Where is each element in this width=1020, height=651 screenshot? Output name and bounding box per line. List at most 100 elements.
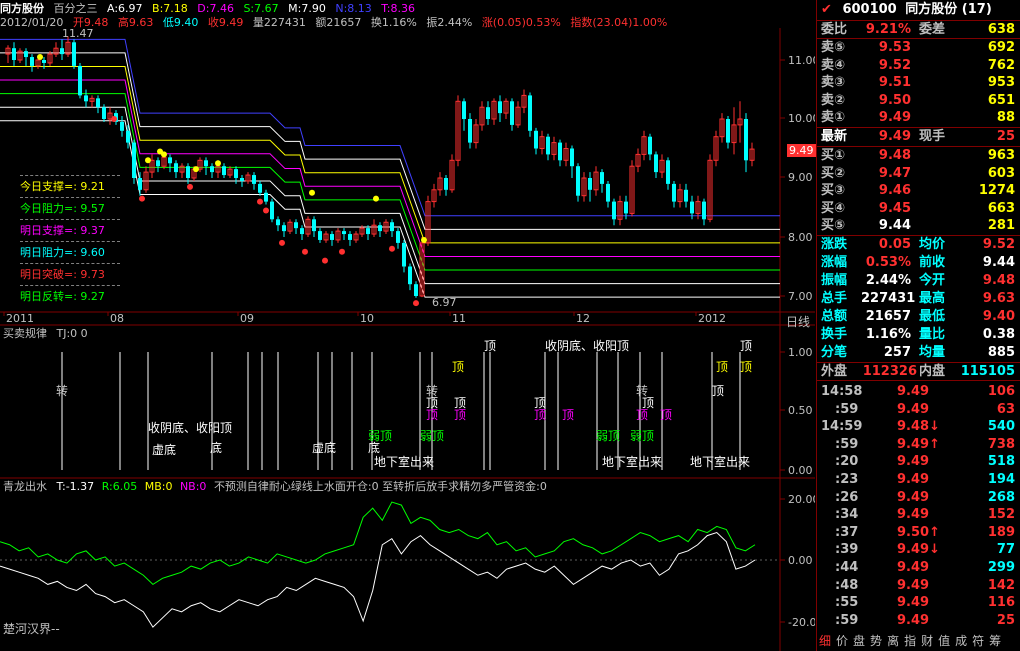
candle-body xyxy=(294,222,298,229)
yellow-dot xyxy=(193,166,199,173)
sub1-title[interactable]: 买卖规律 xyxy=(3,327,47,340)
candle-body xyxy=(258,183,262,193)
bid-row[interactable]: 买① 9.48 963 xyxy=(817,147,1020,164)
panel-tab[interactable]: 势 xyxy=(870,634,882,648)
order-label: 卖① xyxy=(821,110,846,126)
tick-row: :48 9.49 142 xyxy=(817,577,1020,595)
candle-body xyxy=(330,234,334,240)
tick-time: :34 xyxy=(835,507,859,523)
bid-row[interactable]: 买③ 9.46 1274 xyxy=(817,182,1020,199)
order-price: 9.45 xyxy=(878,200,911,216)
order-volume: 953 xyxy=(987,75,1015,91)
sub1-label-ding: 顶 xyxy=(636,408,648,422)
x-tick-label: 08 xyxy=(110,312,124,325)
candle-body xyxy=(120,121,124,131)
bid-row[interactable]: 买② 9.47 603 xyxy=(817,165,1020,182)
sub2-y-tick-label: 0.00 xyxy=(788,554,813,567)
stat-row: 分笔 257 均量 885 xyxy=(817,344,1020,361)
candle-body xyxy=(78,65,82,96)
sub1-label-ruoding: 弱顶 xyxy=(420,429,444,443)
stat-value: 0.38 xyxy=(982,327,1015,342)
sub2-t: T:-1.37 xyxy=(56,480,95,493)
sub1-label-ding: 顶 xyxy=(740,339,752,353)
candle-body xyxy=(300,228,304,235)
sub2-title[interactable]: 青龙出水 xyxy=(3,480,47,493)
main-y-tick-label: 11.00 xyxy=(788,54,815,67)
current-price-tag: 9.49 xyxy=(787,144,816,157)
tick-price: 9.49 xyxy=(897,577,930,593)
candle-body xyxy=(744,119,748,161)
sub1-label-di: 底 xyxy=(210,440,222,455)
tick-row: :59 9.49 63 xyxy=(817,401,1020,419)
ask-row[interactable]: 卖② 9.50 651 xyxy=(817,92,1020,109)
candle-body xyxy=(276,219,280,226)
candle-body xyxy=(60,48,64,55)
sub2-rest: 不预测自律耐心绿线上水面开仓:0 至转折后放手求精勿多严管资金:0 xyxy=(213,480,547,493)
candle-body xyxy=(156,160,160,167)
bid-row[interactable]: 买⑤ 9.44 281 xyxy=(817,217,1020,234)
bid-row[interactable]: 买④ 9.45 663 xyxy=(817,200,1020,217)
xianshou-value: 25 xyxy=(996,129,1015,144)
waipan-row: 外盘 112326 内盘 115105 xyxy=(817,363,1020,380)
k-line-chart[interactable]: 转收阴底、收阳顶虚底底虚底 底弱顶地下室出来转顶顶弱顶顶顶顶顶 收阴底、收阳顶顶顶顶… xyxy=(0,0,815,651)
xianshou-label: 现手 xyxy=(919,129,946,144)
panel-tab[interactable]: 符 xyxy=(972,634,984,648)
order-volume: 651 xyxy=(987,92,1015,108)
sub1-label-dixia: 地下室出来 xyxy=(374,454,434,469)
stat-row: 换手 1.16% 量比 0.38 xyxy=(817,326,1020,343)
yellow-dot xyxy=(37,54,43,61)
sub2-header: 青龙出水 T:-1.37 R:6.05 MB:0 NB:0 不预测自律耐心绿线上… xyxy=(3,478,547,494)
order-volume: 1274 xyxy=(978,183,1015,199)
ask-row[interactable]: 卖① 9.49 88 xyxy=(817,109,1020,126)
tick-volume: 189 xyxy=(987,524,1015,540)
sub1-label-ruoding: 弱顶 xyxy=(630,429,654,443)
ask-row[interactable]: 卖④ 9.52 762 xyxy=(817,57,1020,74)
tick-price: 9.49↓ xyxy=(897,542,940,558)
panel-tab[interactable]: 指 xyxy=(904,634,916,648)
panel-tab[interactable]: 值 xyxy=(938,634,950,648)
candle-body xyxy=(204,160,208,167)
stat-value: 9.40 xyxy=(982,309,1015,324)
panel-tab[interactable]: 财 xyxy=(921,634,933,648)
sub2-mb: MB:0 xyxy=(144,480,173,493)
tick-price: 9.49↑ xyxy=(897,436,940,452)
order-volume: 692 xyxy=(987,40,1015,55)
candle-body xyxy=(672,183,676,202)
order-price: 9.52 xyxy=(878,57,911,73)
sub1-label-ding: 顶 xyxy=(426,408,438,422)
candle-body xyxy=(348,234,352,240)
sub1-label-ruoding: 弱顶 xyxy=(368,429,392,443)
candle-body xyxy=(168,157,172,164)
x-tick-label: 10 xyxy=(360,312,374,325)
tick-time: :39 xyxy=(835,542,859,558)
check-icon[interactable]: ✔ xyxy=(821,2,832,17)
panel-count: (17) xyxy=(961,2,992,17)
tick-price: 9.49 xyxy=(897,612,930,628)
panel-tab[interactable]: 成 xyxy=(955,634,967,648)
ask-row[interactable]: 卖⑤ 9.53 692 xyxy=(817,39,1020,56)
panel-tab[interactable]: 细 xyxy=(819,634,831,648)
panel-tab[interactable]: 盘 xyxy=(853,634,865,648)
panel-tab[interactable]: 离 xyxy=(887,634,899,648)
tick-price: 9.49 xyxy=(897,454,930,470)
yellow-dot xyxy=(309,189,315,196)
panel-tab[interactable]: 筹 xyxy=(989,634,1001,648)
sub1-label-xudi: 虚底 xyxy=(152,442,176,457)
sub2-r: R:6.05 xyxy=(101,480,138,493)
quote-panel: ✔ 600100 同方股份 (17) 委比 9.21% 委差 638 卖⑤ 9.5… xyxy=(816,0,1020,651)
panel-tab[interactable]: 价 xyxy=(836,634,848,648)
sub1-label-dixia: 地下室出来 xyxy=(602,454,662,469)
sub1-label-zhuan: 转 xyxy=(56,383,68,398)
chart-area[interactable]: 同方股份 百分之三 A:6.97 B:7.18 D:7.46 S:7.67 M:… xyxy=(0,0,816,651)
candle-body xyxy=(408,266,412,285)
white-series-line xyxy=(0,531,756,628)
latest-value: 9.49 xyxy=(878,129,911,144)
candle-body xyxy=(312,219,316,232)
stat-label: 量比 xyxy=(919,327,946,342)
ask-row[interactable]: 卖③ 9.51 953 xyxy=(817,74,1020,91)
tick-volume: 106 xyxy=(987,384,1015,399)
period-label[interactable]: 日线 xyxy=(786,313,810,330)
tick-volume: 25 xyxy=(996,612,1015,628)
info-box-item: 今日支撑=: 9.21 xyxy=(20,175,120,197)
tick-row: 14:58 9.49 106 xyxy=(817,383,1020,401)
